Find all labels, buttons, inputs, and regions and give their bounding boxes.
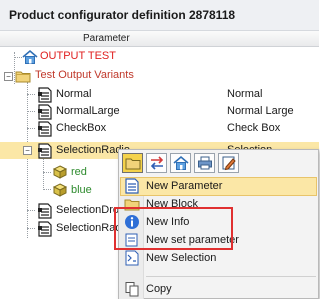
tree-node-normal-large[interactable]: NormalLarge Normal Large: [0, 103, 319, 120]
column-header-parameter: Parameter: [83, 33, 130, 44]
tree-node-label: red: [71, 166, 87, 178]
tree-node-test-output-variants[interactable]: − Test Output Variants: [0, 67, 319, 84]
toolbar-folder-button[interactable]: [122, 153, 143, 173]
window-title: Product configurator definition 2878118: [9, 8, 236, 22]
selection-icon: [125, 250, 139, 266]
folder-icon: [15, 71, 31, 83]
cube-icon: [52, 183, 68, 197]
copy-icon: [125, 282, 139, 297]
document-icon: [38, 221, 52, 237]
tree-node-label: CheckBox: [56, 122, 107, 134]
document-icon: [125, 178, 139, 194]
tree-node-label: blue: [71, 184, 92, 196]
tree-node-label: Test Output Variants: [35, 69, 134, 81]
collapse-toggle[interactable]: −: [4, 72, 13, 81]
document-icon: [38, 87, 52, 103]
home-icon: [22, 49, 38, 64]
menu-item-copy[interactable]: Copy: [119, 280, 318, 299]
tree-node-label: OUTPUT TEST: [40, 50, 116, 62]
toolbar-swap-button[interactable]: [146, 153, 167, 173]
edit-icon: [222, 156, 236, 171]
toolbar-edit-button[interactable]: [218, 153, 239, 173]
document-icon: [38, 104, 52, 120]
home-icon: [173, 155, 189, 170]
menu-item-new-parameter[interactable]: New Parameter: [119, 177, 318, 196]
printer-icon: [198, 156, 212, 170]
document-icon: [38, 121, 52, 137]
menu-item-label: Copy: [146, 283, 172, 295]
tree-node-label: NormalLarge: [56, 105, 120, 117]
tree-node-normal[interactable]: Normal Normal: [0, 86, 319, 103]
menu-separator: [146, 276, 316, 277]
context-menu-toolbar: [119, 150, 318, 177]
document-icon: [38, 203, 52, 219]
column-header[interactable]: Parameter: [0, 31, 319, 47]
swap-icon: [150, 156, 164, 170]
menu-item-label: New Parameter: [146, 180, 223, 192]
toolbar-home-button[interactable]: [170, 153, 191, 173]
window-titlebar: Product configurator definition 2878118: [0, 0, 319, 31]
toolbar-print-button[interactable]: [194, 153, 215, 173]
tree-node-label: Normal: [56, 88, 92, 100]
tree-node-value: Normal: [227, 88, 263, 100]
tree-node-checkbox[interactable]: CheckBox Check Box: [0, 120, 319, 137]
folder-icon: [125, 158, 141, 170]
cube-icon: [52, 165, 68, 179]
menu-item-new-selection[interactable]: New Selection: [119, 249, 318, 268]
tree-node-output-test[interactable]: OUTPUT TEST: [0, 48, 319, 65]
collapse-toggle[interactable]: −: [23, 146, 32, 155]
menu-item-label: New Selection: [146, 252, 217, 264]
annotation-highlight-box: [114, 207, 233, 250]
document-icon: [38, 143, 52, 159]
tree-node-value: Check Box: [227, 122, 281, 134]
tree-node-value: Normal Large: [227, 105, 294, 117]
